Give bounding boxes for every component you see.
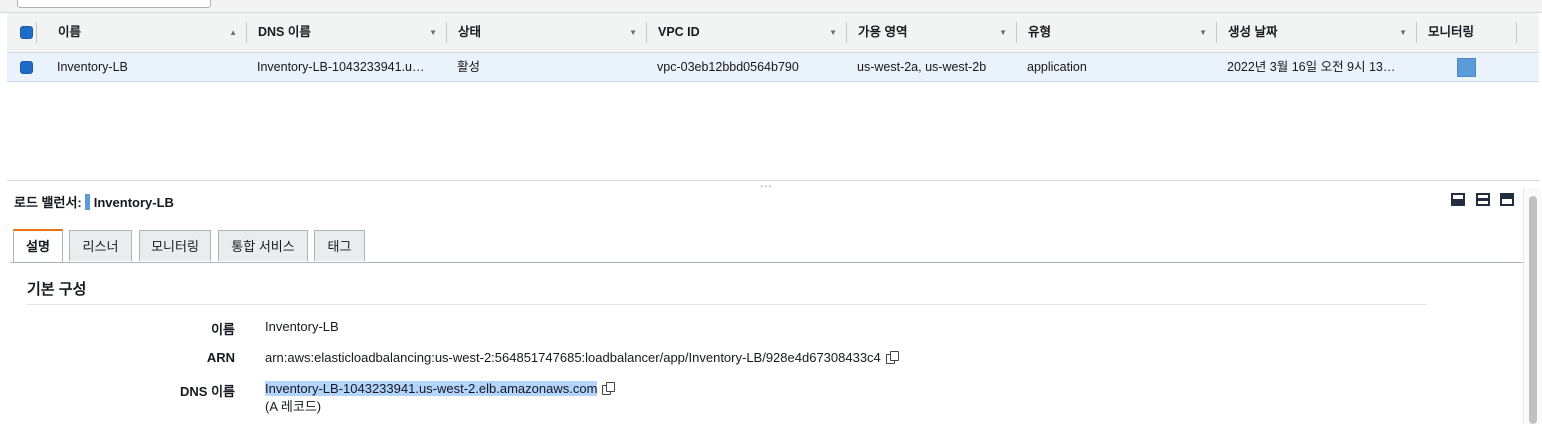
top-toolbar (0, 0, 1542, 13)
sort-descending-icon[interactable]: ▼ (1199, 13, 1207, 52)
row-dns-name: Inventory-LB-1043233941.u… (257, 60, 425, 74)
field-dns-label: DNS 이름 (180, 384, 235, 399)
tab-monitoring[interactable]: 모니터링 (139, 230, 211, 261)
section-divider (27, 304, 1427, 305)
layout-bottom-icon[interactable] (1451, 193, 1465, 206)
field-name-value: Inventory-LB (265, 319, 339, 334)
scrollbar-thumb[interactable] (1529, 196, 1537, 424)
column-header-created-date[interactable]: 생성 날짜 ▼ (1217, 13, 1417, 52)
column-header-state[interactable]: 상태 ▼ (447, 13, 647, 52)
layout-top-icon[interactable] (1500, 193, 1514, 206)
monitoring-icon[interactable] (1457, 58, 1476, 77)
row-type: application (1027, 60, 1087, 74)
row-vpc-id: vpc-03eb12bbd0564b790 (657, 60, 799, 74)
select-all-checkbox[interactable] (20, 26, 33, 39)
sort-ascending-icon[interactable]: ▲ (229, 13, 237, 52)
splitter-grip-icon[interactable]: ◦◦◦ (760, 182, 773, 191)
row-availability-zones: us-west-2a, us-west-2b (857, 60, 987, 74)
sort-descending-icon[interactable]: ▼ (629, 13, 637, 52)
row-name: Inventory-LB (57, 60, 128, 74)
table-row[interactable]: Inventory-LB Inventory-LB-1043233941.u… … (7, 53, 1539, 82)
section-title: 기본 구성 (27, 281, 87, 298)
detail-scrollbar[interactable] (1523, 188, 1541, 424)
field-dns-note: (A 레코드) (265, 399, 322, 414)
column-header-dns-name[interactable]: DNS 이름 ▼ (247, 13, 447, 52)
detail-title: 로드 밸런서: Inventory-LB (14, 194, 174, 210)
column-header-availability-zone[interactable]: 가용 영역 ▼ (847, 13, 1017, 52)
sort-descending-icon[interactable]: ▼ (999, 13, 1007, 52)
pane-splitter[interactable] (7, 180, 1539, 181)
sort-descending-icon[interactable]: ▼ (1399, 13, 1407, 52)
filter-search-input[interactable] (17, 0, 211, 8)
layout-split-icon[interactable] (1476, 193, 1490, 206)
column-header-name[interactable]: 이름 ▲ (47, 13, 247, 52)
detail-tabs: 설명 리스너 모니터링 통합 서비스 태그 (10, 229, 1523, 263)
tab-listeners[interactable]: 리스너 (69, 230, 132, 261)
tab-integrated-services[interactable]: 통합 서비스 (218, 230, 308, 261)
column-header-monitoring[interactable]: 모니터링 (1417, 13, 1517, 52)
sort-descending-icon[interactable]: ▼ (429, 13, 437, 52)
row-created-date: 2022년 3월 16일 오전 9시 13… (1227, 60, 1396, 74)
copy-icon[interactable] (602, 382, 616, 395)
field-arn-label: ARN (206, 350, 235, 365)
field-name-label: 이름 (211, 322, 235, 337)
row-state: 활성 (457, 60, 481, 74)
row-select-checkbox[interactable] (20, 61, 33, 74)
field-arn-value: arn:aws:elasticloadbalancing:us-west-2:5… (265, 350, 881, 365)
column-header-type[interactable]: 유형 ▼ (1017, 13, 1217, 52)
field-dns-value[interactable]: Inventory-LB-1043233941.us-west-2.elb.am… (265, 381, 598, 396)
table-header: 이름 ▲ DNS 이름 ▼ 상태 ▼ VPC ID ▼ 가용 영역 ▼ 유형 ▼ (7, 13, 1539, 53)
sort-descending-icon[interactable]: ▼ (829, 13, 837, 52)
tab-description[interactable]: 설명 (13, 229, 63, 262)
column-header-vpc-id[interactable]: VPC ID ▼ (647, 13, 847, 52)
lb-color-marker (84, 194, 90, 210)
tab-tags[interactable]: 태그 (314, 230, 365, 261)
copy-icon[interactable] (885, 351, 899, 364)
load-balancer-table: 이름 ▲ DNS 이름 ▼ 상태 ▼ VPC ID ▼ 가용 영역 ▼ 유형 ▼ (7, 13, 1539, 82)
